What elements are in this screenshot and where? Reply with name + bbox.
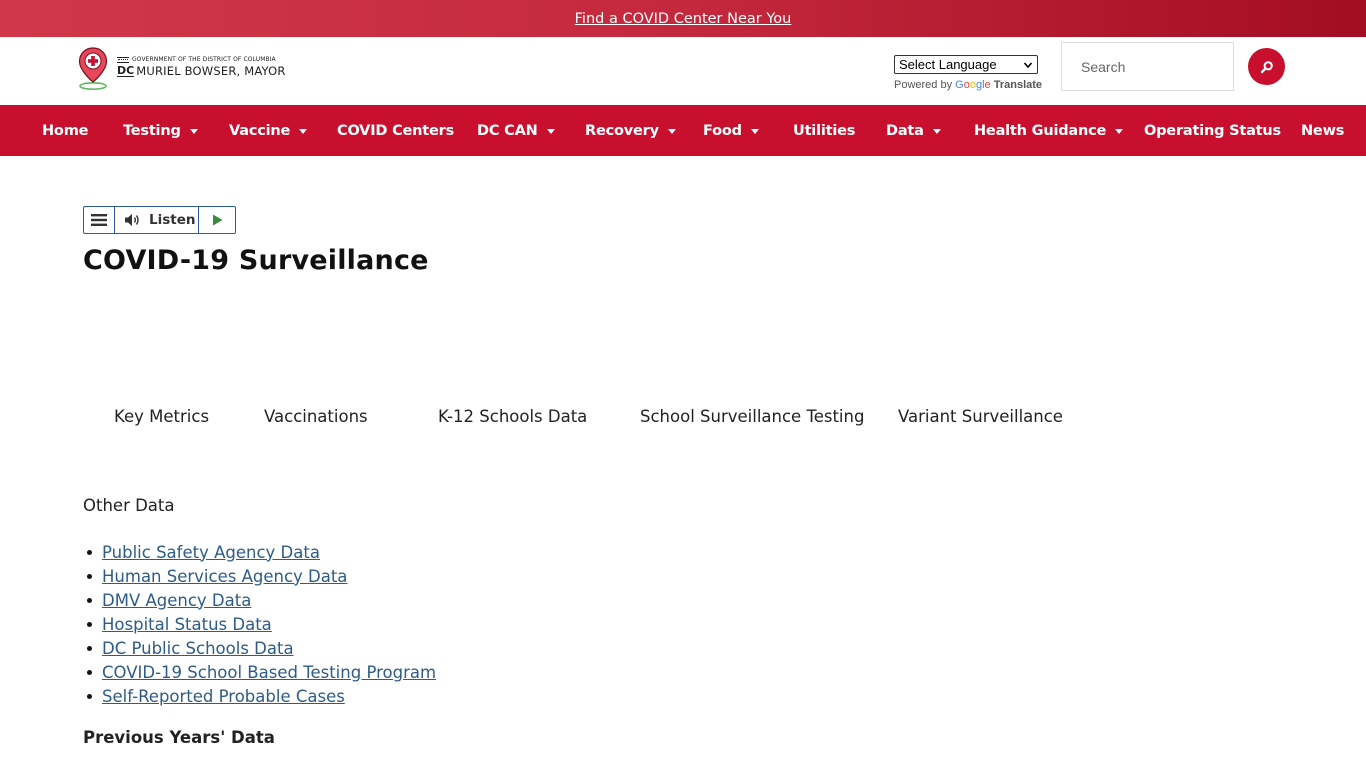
- school-based-testing-program-link[interactable]: COVID-19 School Based Testing Program: [102, 663, 436, 682]
- site-header: GOVERNMENT OF THE DISTRICT OF COLUMBIA D…: [0, 37, 1366, 105]
- play-button[interactable]: [199, 207, 235, 233]
- nav-item-news[interactable]: News: [1301, 105, 1344, 156]
- search-button[interactable]: [1248, 48, 1285, 85]
- logo-government-line: GOVERNMENT OF THE DISTRICT OF COLUMBIA: [117, 56, 286, 63]
- self-reported-probable-cases-link[interactable]: Self-Reported Probable Cases: [102, 687, 345, 706]
- location-pin-icon: [78, 47, 108, 90]
- page-title: COVID-19 Surveillance: [83, 245, 429, 276]
- play-icon: [212, 214, 222, 226]
- list-item: Hospital Status Data: [83, 612, 436, 636]
- chevron-down-icon: [1023, 61, 1033, 68]
- logo-mayor-text: MURIEL BOWSER, MAYOR: [136, 64, 286, 78]
- google-translate-widget: Select Language Powered by Google Transl…: [894, 55, 1042, 91]
- search-input[interactable]: Search: [1061, 42, 1234, 91]
- list-item: Public Safety Agency Data: [83, 540, 436, 564]
- google-logo-text: Google: [955, 79, 991, 91]
- tab-k12-schools-data[interactable]: K-12 Schools Data: [438, 407, 587, 426]
- previous-years-heading: Previous Years' Data: [83, 728, 275, 747]
- nav-label: Recovery: [585, 122, 659, 139]
- caret-down-icon: [299, 129, 308, 134]
- list-item: DMV Agency Data: [83, 588, 436, 612]
- tab-variant-surveillance[interactable]: Variant Surveillance: [898, 407, 1063, 426]
- nav-item-data[interactable]: Data: [886, 105, 941, 156]
- list-item: DC Public Schools Data: [83, 636, 436, 660]
- nav-item-operating-status[interactable]: Operating Status: [1144, 105, 1281, 156]
- nav-label: Utilities: [793, 122, 856, 139]
- listen-label: Listen: [149, 212, 196, 228]
- language-select[interactable]: Select Language: [894, 55, 1038, 74]
- nav-item-food[interactable]: Food: [703, 105, 759, 156]
- nav-item-home[interactable]: Home: [42, 105, 88, 156]
- nav-item-dc-can[interactable]: DC CAN: [477, 105, 555, 156]
- list-item: Human Services Agency Data: [83, 564, 436, 588]
- nav-label: Vaccine: [229, 122, 291, 139]
- language-select-value: Select Language: [899, 57, 997, 72]
- nav-label: News: [1301, 122, 1345, 139]
- tab-key-metrics[interactable]: Key Metrics: [114, 407, 209, 426]
- caret-down-icon: [1115, 129, 1124, 134]
- nav-label: Data: [886, 122, 924, 139]
- translate-link[interactable]: Translate: [994, 79, 1042, 91]
- nav-label: Food: [703, 122, 742, 139]
- list-item: Self-Reported Probable Cases: [83, 684, 436, 708]
- logo-text: GOVERNMENT OF THE DISTRICT OF COLUMBIA D…: [117, 56, 286, 78]
- nav-label: Health Guidance: [974, 122, 1107, 139]
- nav-label: Operating Status: [1144, 122, 1281, 139]
- dmv-agency-data-link[interactable]: DMV Agency Data: [102, 591, 251, 610]
- search-icon: [1260, 60, 1273, 73]
- logo-dc-mark: DC: [117, 63, 135, 77]
- nav-label: DC CAN: [477, 122, 538, 139]
- caret-down-icon: [750, 129, 759, 134]
- dc-flag-icon: [117, 56, 129, 63]
- nav-item-utilities[interactable]: Utilities: [793, 105, 855, 156]
- nav-item-health-guidance[interactable]: Health Guidance: [974, 105, 1124, 156]
- nav-item-vaccine[interactable]: Vaccine: [229, 105, 308, 156]
- listen-button[interactable]: Listen: [115, 207, 199, 233]
- other-data-list: Public Safety Agency Data Human Services…: [83, 540, 436, 708]
- nav-label: Home: [42, 122, 89, 139]
- human-services-agency-data-link[interactable]: Human Services Agency Data: [102, 567, 347, 586]
- speaker-icon: [125, 214, 139, 226]
- tab-school-surveillance-testing[interactable]: School Surveillance Testing: [640, 407, 864, 426]
- hospital-status-data-link[interactable]: Hospital Status Data: [102, 615, 272, 634]
- menu-icon: [91, 214, 107, 226]
- caret-down-icon: [932, 129, 941, 134]
- top-banner: Find a COVID Center Near You: [0, 0, 1366, 37]
- find-covid-center-link[interactable]: Find a COVID Center Near You: [575, 11, 792, 27]
- nav-item-covid-centers[interactable]: COVID Centers: [337, 105, 454, 156]
- readspeaker-listen-widget: Listen: [83, 206, 236, 234]
- main-nav: Home Testing Vaccine COVID Centers DC CA…: [0, 105, 1366, 156]
- nav-item-recovery[interactable]: Recovery: [585, 105, 676, 156]
- tab-vaccinations[interactable]: Vaccinations: [264, 407, 368, 426]
- list-item: COVID-19 School Based Testing Program: [83, 660, 436, 684]
- nav-item-testing[interactable]: Testing: [123, 105, 198, 156]
- caret-down-icon: [667, 129, 676, 134]
- caret-down-icon: [546, 129, 555, 134]
- other-data-heading: Other Data: [83, 496, 175, 515]
- nav-label: Testing: [123, 122, 181, 139]
- logo-government-text: GOVERNMENT OF THE DISTRICT OF COLUMBIA: [132, 56, 276, 63]
- public-safety-agency-data-link[interactable]: Public Safety Agency Data: [102, 543, 320, 562]
- nav-label: COVID Centers: [337, 122, 455, 139]
- listen-menu-button[interactable]: [84, 207, 115, 233]
- site-logo[interactable]: GOVERNMENT OF THE DISTRICT OF COLUMBIA D…: [77, 46, 286, 90]
- caret-down-icon: [189, 129, 198, 134]
- logo-mayor-line: DC MURIEL BOWSER, MAYOR: [117, 64, 286, 78]
- powered-by-text: Powered by: [894, 79, 953, 91]
- dc-public-schools-data-link[interactable]: DC Public Schools Data: [102, 639, 294, 658]
- translate-credit: Powered by Google Translate: [894, 79, 1042, 91]
